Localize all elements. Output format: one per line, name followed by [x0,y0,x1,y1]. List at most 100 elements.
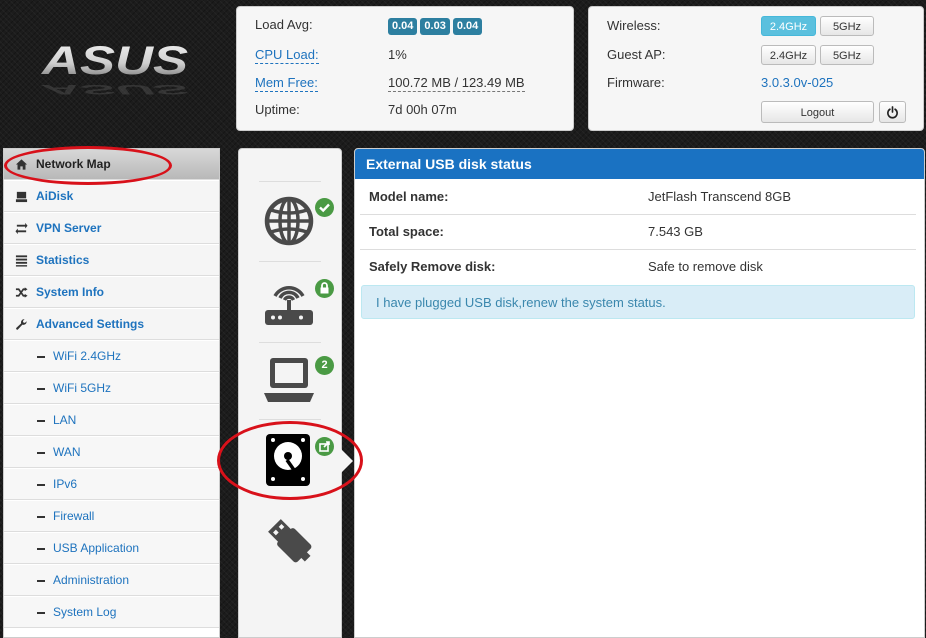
sidebar-item-label: WAN [53,445,81,459]
safely-remove-row: Safely Remove disk: Safe to remove disk [360,250,916,284]
usb-plug-icon[interactable] [264,515,316,567]
wireless-5g-button[interactable]: 5GHz [820,16,874,36]
mem-free-link[interactable]: Mem Free: [255,75,318,92]
sidebar-item-label: Statistics [36,253,90,267]
sidebar-item-network-map[interactable]: Network Map [4,149,219,180]
sidebar-item-label: USB Application [53,541,140,555]
wireless-2g-button[interactable]: 2.4GHz [761,16,816,36]
cpu-load-value: 1% [388,47,407,62]
dash-icon [37,612,45,614]
sidebar-item-vpn-server[interactable]: VPN Server [4,213,219,244]
sidebar-subitem-usb-application[interactable]: USB Application [4,533,219,564]
wireless-panel: Wireless: 2.4GHz 5GHz Guest AP: 2.4GHz 5… [588,6,924,131]
disk-icon [15,191,28,203]
dash-icon [37,580,45,582]
safely-remove-value: Safe to remove disk [648,259,763,274]
guest-2g-button[interactable]: 2.4GHz [761,45,816,65]
random-icon [15,287,28,298]
retweet-icon [15,222,28,235]
sidebar-item-label: VPN Server [36,221,102,235]
internet-connected-badge [315,198,334,217]
network-map-column: 2 [238,148,342,638]
sidebar-item-label: System Log [53,605,117,619]
sidebar-subitem-firewall[interactable]: Firewall [4,501,219,532]
sidebar-item-label: WiFi 5GHz [53,381,111,395]
wireless-label: Wireless: [607,18,661,33]
dash-icon [37,484,45,486]
divider [259,181,321,182]
safely-remove-label: Safely Remove disk: [369,259,496,274]
sidebar-subitem-wifi-5[interactable]: WiFi 5GHz [4,373,219,404]
sidebar-item-label: LAN [53,413,77,427]
sidebar-item-label: Advanced Settings [36,317,145,331]
sidebar-item-advanced-settings[interactable]: Advanced Settings [4,309,219,340]
guest-ap-label: Guest AP: [607,47,666,62]
usb-notice-alert: I have plugged USB disk,renew the system… [361,285,915,319]
sidebar-item-system-info[interactable]: System Info [4,277,219,308]
uptime-label: Uptime: [255,102,300,117]
load-avg-label: Load Avg: [255,17,313,32]
dash-icon [37,388,45,390]
hard-disk-icon[interactable] [265,433,311,487]
sidebar-subitem-lan[interactable]: LAN [4,405,219,436]
laptop-icon[interactable] [263,356,315,404]
sidebar-subitem-ipv6[interactable]: IPv6 [4,469,219,500]
sidebar-item-label: IPv6 [53,477,78,491]
total-space-row: Total space: 7.543 GB [360,215,916,250]
lock-icon [320,282,329,294]
mem-free-value: 100.72 MB / 123.49 MB [388,75,525,92]
sidebar-item-label: WiFi 2.4GHz [53,349,122,363]
sidebar-item-label: Firewall [53,509,95,523]
sidebar-subitem-wan[interactable]: WAN [4,437,219,468]
load-avg-5: 0.03 [420,18,450,35]
firmware-label: Firmware: [607,75,665,90]
sidebar-subitem-administration[interactable]: Administration [4,565,219,596]
uptime-value: 7d 00h 07m [388,102,457,117]
clients-count-badge: 2 [315,356,334,375]
sidebar-item-statistics[interactable]: Statistics [4,245,219,276]
model-name-label: Model name: [369,189,449,204]
sidebar-item-label: Network Map [36,157,111,171]
guest-5g-button[interactable]: 5GHz [820,45,874,65]
svg-text:ASUS: ASUS [40,82,188,97]
router-icon[interactable] [263,274,315,328]
dash-icon [37,420,45,422]
sidebar-menu: Network Map AiDisk VPN Server Statistics… [3,148,220,638]
total-space-label: Total space: [369,224,444,239]
divider [259,261,321,262]
divider [259,342,321,343]
dash-icon [37,452,45,454]
load-avg-15: 0.04 [452,18,483,35]
sidebar-item-label: System Info [36,285,105,299]
security-lock-badge [315,279,334,298]
total-space-value: 7.543 GB [648,224,703,239]
cpu-load-link[interactable]: CPU Load: [255,47,319,64]
sidebar-subitem-wifi-24[interactable]: WiFi 2.4GHz [4,341,219,372]
model-name-value: JetFlash Transcend 8GB [648,189,792,204]
dash-icon [37,356,45,358]
reboot-button[interactable] [879,101,906,123]
divider [259,419,321,420]
list-icon [15,255,28,267]
model-name-row: Model name: JetFlash Transcend 8GB [360,180,916,215]
asus-logo-text: ASUS [41,40,189,83]
sidebar-item-aidisk[interactable]: AiDisk [4,181,219,212]
logout-button[interactable]: Logout [761,101,874,123]
load-avg-values: 0.04 0.03 0.04 [388,17,485,35]
usb-disk-status-panel: External USB disk status Model name: Jet… [354,148,925,638]
share-icon [319,441,330,452]
firmware-link[interactable]: 3.0.3.0v-025 [761,75,833,90]
wrench-icon [16,319,27,330]
panel-title: External USB disk status [355,149,924,179]
sidebar-item-label: Administration [53,573,130,587]
load-avg-1: 0.04 [388,18,418,35]
home-icon [15,159,28,170]
sidebar-item-label: AiDisk [36,189,74,203]
selection-pointer [339,447,353,475]
disk-eject-badge[interactable] [315,437,334,456]
system-stats-panel: Load Avg: 0.04 0.03 0.04 CPU Load: 1% Mem … [236,6,574,131]
globe-icon[interactable] [264,196,314,246]
dash-icon [37,516,45,518]
sidebar-subitem-system-log[interactable]: System Log [4,597,219,628]
dash-icon [37,548,45,550]
